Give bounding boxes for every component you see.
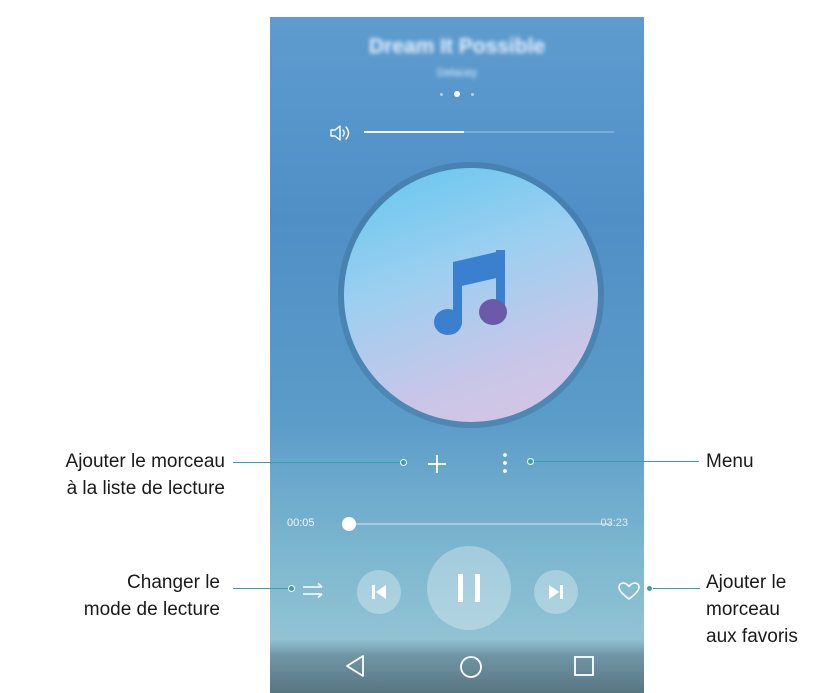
leader-line-mode bbox=[233, 588, 291, 589]
play-mode-button[interactable] bbox=[295, 573, 331, 609]
page-dot bbox=[471, 92, 474, 96]
callout-mode-line2: mode de lecture bbox=[83, 599, 220, 620]
speaker-icon[interactable] bbox=[328, 122, 354, 144]
pause-button[interactable] bbox=[427, 546, 511, 630]
callout-favorite: Ajouter le morceau aux favoris bbox=[706, 569, 798, 650]
heart-icon bbox=[618, 582, 640, 600]
music-player-screen: Dream It Possible Delacey 00:05 03:23 bbox=[270, 17, 644, 693]
current-time: 00:05 bbox=[287, 517, 315, 529]
callout-fav-line1: Ajouter le bbox=[706, 572, 787, 593]
plus-icon bbox=[428, 455, 446, 473]
callout-add-line1: Ajouter le morceau bbox=[65, 451, 225, 472]
next-button[interactable] bbox=[534, 570, 578, 614]
page-indicator bbox=[270, 91, 644, 97]
callout-mode-line1: Changer le bbox=[127, 572, 220, 593]
music-note-icon bbox=[434, 250, 507, 335]
skip-previous-icon bbox=[372, 585, 386, 599]
leader-line-favorite bbox=[652, 588, 700, 589]
menu-button[interactable] bbox=[485, 445, 525, 485]
progress-handle[interactable] bbox=[341, 517, 356, 531]
total-time: 03:23 bbox=[600, 517, 628, 529]
page-dot bbox=[440, 92, 443, 96]
leader-dot-favorite bbox=[646, 585, 653, 592]
vertical-dots-icon bbox=[503, 453, 507, 473]
album-art-ring bbox=[338, 162, 604, 428]
triangle-back-icon[interactable] bbox=[343, 653, 367, 679]
leader-dot-mode bbox=[288, 585, 295, 592]
previous-button[interactable] bbox=[357, 570, 401, 614]
leader-line-add bbox=[233, 462, 403, 463]
song-title: Dream It Possible bbox=[368, 35, 546, 58]
album-art bbox=[344, 168, 598, 422]
callout-add-to-playlist: Ajouter le morceau à la liste de lecture bbox=[6, 448, 225, 502]
add-to-playlist-button[interactable] bbox=[417, 445, 457, 485]
progress-bar[interactable] bbox=[341, 517, 612, 531]
callout-fav-line2: morceau bbox=[706, 599, 780, 620]
repeat-arrows-icon bbox=[303, 582, 323, 599]
favorite-button[interactable] bbox=[611, 573, 644, 609]
callout-add-line2: à la liste de lecture bbox=[66, 478, 225, 499]
callout-fav-line3: aux favoris bbox=[706, 626, 798, 647]
skip-next-icon bbox=[549, 585, 563, 599]
volume-fill bbox=[364, 131, 464, 133]
volume-slider[interactable] bbox=[364, 131, 614, 133]
square-recent-icon[interactable] bbox=[572, 654, 596, 678]
page-dot-active bbox=[454, 91, 460, 97]
callout-menu-text: Menu bbox=[706, 451, 754, 472]
callout-play-mode: Changer le mode de lecture bbox=[30, 569, 220, 623]
pause-icon bbox=[458, 574, 480, 602]
circle-home-icon[interactable] bbox=[458, 654, 484, 680]
callout-menu: Menu bbox=[706, 448, 754, 475]
system-nav-bar bbox=[270, 639, 644, 693]
song-artist: Delacey bbox=[437, 67, 477, 79]
leader-dot-add bbox=[400, 459, 407, 466]
leader-line-menu bbox=[531, 461, 699, 462]
leader-dot-menu bbox=[527, 458, 534, 465]
